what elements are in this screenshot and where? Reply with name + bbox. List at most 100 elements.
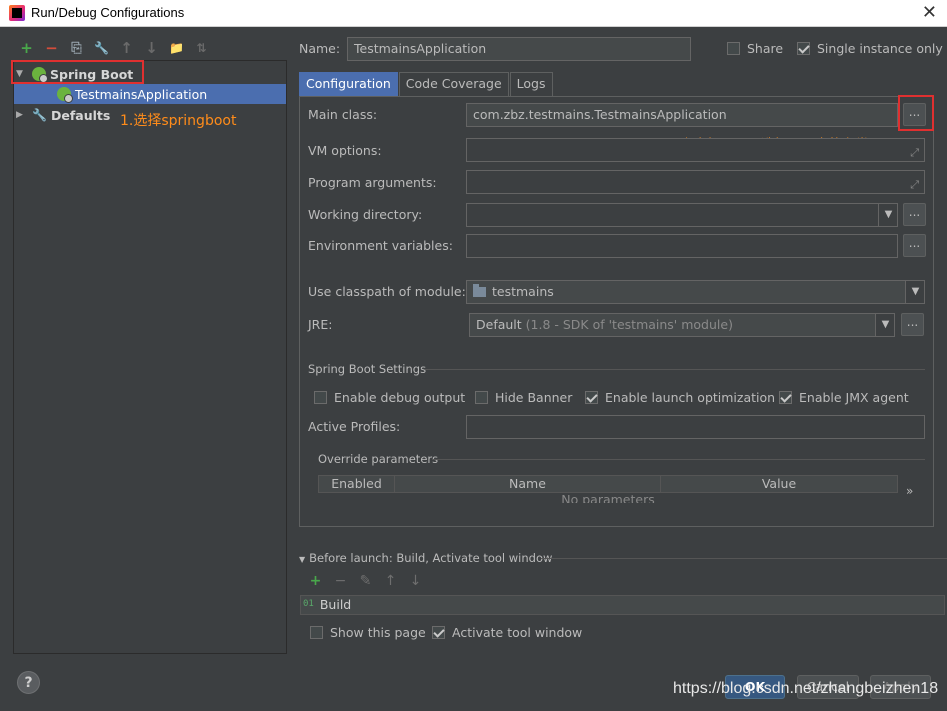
table-empty-text: No parameters [561, 493, 655, 503]
before-launch-title: Before launch: Build, Activate tool wind… [309, 551, 553, 565]
column-header-name[interactable]: Name [395, 476, 661, 492]
chevron-down-icon[interactable]: ▼ [905, 281, 924, 303]
vm-options-label: VM options: [308, 143, 382, 158]
config-toolbar: + − ⎘ 🔧 ↑ ↓ 📁 ⇅ [14, 38, 214, 58]
checkbox-box[interactable] [727, 42, 740, 55]
window-title: Run/Debug Configurations [31, 5, 185, 20]
enable-launch-optimization-checkbox[interactable]: Enable launch optimization [585, 390, 775, 405]
classpath-module-value: testmains [492, 284, 554, 299]
enable-jmx-agent-label: Enable JMX agent [799, 390, 909, 405]
single-instance-label: Single instance only [817, 41, 943, 56]
add-config-icon[interactable]: + [14, 38, 39, 58]
section-divider [541, 558, 947, 559]
wrench-icon: 🔧 [32, 108, 47, 122]
edit-defaults-icon[interactable]: 🔧 [89, 38, 114, 58]
override-parameters-table-header: Enabled Name Value [318, 475, 898, 493]
checkbox-box[interactable] [585, 391, 598, 404]
jre-select[interactable]: Default (1.8 - SDK of 'testmains' module… [469, 313, 895, 337]
tab-configuration[interactable]: Configuration [299, 72, 398, 96]
enable-jmx-agent-checkbox[interactable]: Enable JMX agent [779, 390, 909, 405]
before-launch-list: 01 Build [300, 595, 945, 615]
tree-item-testmains-application[interactable]: TestmainsApplication [14, 84, 286, 104]
list-item-label: Build [319, 597, 352, 612]
watermark-text: https://blog.csdn.net/zhangbeizhen18 [673, 680, 939, 697]
module-folder-icon [473, 283, 486, 297]
tree-item-defaults[interactable]: ▶ 🔧 Defaults [16, 105, 110, 125]
tree-item-label: TestmainsApplication [75, 86, 208, 102]
name-label: Name: [299, 41, 341, 56]
activate-tool-window-label: Activate tool window [452, 625, 583, 640]
section-divider [432, 459, 925, 460]
move-up-icon[interactable]: ↑ [114, 38, 139, 58]
collapse-arrow-icon[interactable]: ▼ [299, 555, 305, 564]
tab-code-coverage[interactable]: Code Coverage [398, 72, 509, 96]
vm-options-field[interactable]: ⤢ [466, 138, 925, 162]
chevron-down-icon[interactable]: ▼ [875, 314, 894, 336]
classpath-module-label: Use classpath of module: [308, 284, 466, 299]
checkbox-box[interactable] [314, 391, 327, 404]
activate-tool-window-checkbox[interactable]: Activate tool window [432, 625, 582, 640]
remove-task-icon[interactable]: − [328, 573, 353, 589]
jre-browse-button[interactable]: ... [901, 313, 924, 336]
hide-banner-label: Hide Banner [495, 390, 573, 405]
checkbox-box[interactable] [432, 626, 445, 639]
add-task-icon[interactable]: + [303, 573, 328, 589]
program-arguments-field[interactable]: ⤢ [466, 170, 925, 194]
remove-config-icon[interactable]: − [39, 38, 64, 58]
build-icon: 01 [303, 599, 314, 609]
move-up-icon[interactable]: ↑ [378, 573, 403, 589]
window-titlebar: Run/Debug Configurations ✕ [0, 0, 947, 27]
working-directory-browse-button[interactable]: ... [903, 203, 926, 226]
jre-label: JRE: [308, 317, 333, 332]
main-class-label: Main class: [308, 107, 378, 122]
single-instance-checkbox[interactable]: Single instance only [797, 41, 943, 56]
override-parameters-title: Override parameters [318, 452, 439, 466]
spring-boot-run-icon [57, 87, 73, 103]
show-this-page-checkbox[interactable]: Show this page [310, 625, 426, 640]
spring-boot-settings-title: Spring Boot Settings [308, 362, 427, 376]
sort-icon[interactable]: ⇅ [189, 38, 214, 58]
help-button[interactable]: ? [17, 671, 40, 694]
checkbox-box[interactable] [475, 391, 488, 404]
jre-value-main: Default [476, 317, 522, 332]
highlight-box-browse [898, 95, 934, 131]
enable-launch-optimization-label: Enable launch optimization [605, 390, 776, 405]
classpath-module-select[interactable]: testmains ▼ [466, 280, 925, 304]
more-actions-icon[interactable]: » [906, 484, 913, 498]
list-item[interactable]: 01 Build [303, 597, 351, 612]
tab-logs[interactable]: Logs [509, 72, 553, 96]
enable-debug-output-checkbox[interactable]: Enable debug output [314, 390, 465, 405]
checkbox-box[interactable] [779, 391, 792, 404]
move-down-icon[interactable]: ↓ [139, 38, 164, 58]
section-divider [425, 369, 925, 370]
close-icon[interactable]: ✕ [922, 2, 937, 23]
config-tree: ▼ Spring Boot TestmainsApplication ▶ 🔧 D… [13, 60, 287, 654]
copy-config-icon[interactable]: ⎘ [64, 38, 89, 58]
chevron-down-icon[interactable]: ▼ [878, 204, 897, 226]
environment-variables-field[interactable] [466, 234, 898, 258]
collapsed-arrow-icon[interactable]: ▶ [16, 110, 28, 120]
config-tabs: Configuration Code Coverage Logs [299, 72, 554, 96]
edit-task-icon[interactable]: ✎ [353, 573, 378, 589]
expand-icon[interactable]: ⤢ [910, 142, 919, 161]
move-down-icon[interactable]: ↓ [403, 573, 428, 589]
name-field[interactable]: TestmainsApplication [347, 37, 691, 61]
before-launch-header[interactable]: ▼ Before launch: Build, Activate tool win… [299, 551, 552, 565]
working-directory-field[interactable]: ▼ [466, 203, 898, 227]
active-profiles-field[interactable] [466, 415, 925, 439]
program-arguments-label: Program arguments: [308, 175, 437, 190]
environment-variables-browse-button[interactable]: ... [903, 234, 926, 257]
column-header-value[interactable]: Value [661, 476, 897, 492]
expand-icon[interactable]: ⤢ [910, 174, 919, 193]
column-header-enabled[interactable]: Enabled [319, 476, 395, 492]
share-checkbox[interactable]: Share [727, 41, 783, 56]
working-directory-label: Working directory: [308, 207, 423, 222]
folder-icon[interactable]: 📁 [164, 38, 189, 58]
main-class-field[interactable]: com.zbz.testmains.TestmainsApplication [466, 103, 898, 127]
hide-banner-checkbox[interactable]: Hide Banner [475, 390, 572, 405]
checkbox-box[interactable] [797, 42, 810, 55]
jre-value-detail: (1.8 - SDK of 'testmains' module) [521, 317, 733, 332]
tree-item-label: Defaults [51, 107, 111, 123]
intellij-app-icon [9, 5, 25, 21]
checkbox-box[interactable] [310, 626, 323, 639]
